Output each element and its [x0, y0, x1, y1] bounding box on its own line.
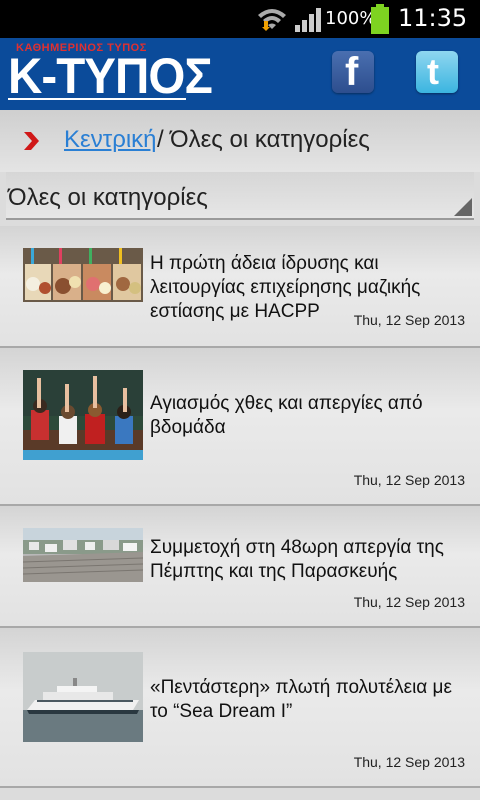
article-title[interactable]: Συμμετοχή στη 48ωρη απεργία της Πέμπτης … [150, 536, 470, 584]
article-date: Thu, 12 Sep 2013 [353, 312, 465, 328]
battery-percent: 100% [325, 8, 377, 29]
breadcrumb-current: Όλες οι κατηγορίες [170, 126, 370, 153]
article-title[interactable]: Αγιασμός χθες και απεργίες από βδομάδα [150, 392, 470, 440]
twitter-button[interactable]: t [416, 51, 458, 93]
article-item[interactable]: Αγιασμός χθες και απεργίες από βδομάδα T… [0, 348, 480, 506]
category-dropdown-value: Όλες οι κατηγορίες [8, 184, 208, 211]
article-item[interactable]: Η πρώτη άδεια ίδρυσης και λειτουργίας επ… [0, 226, 480, 348]
facebook-icon: f [345, 50, 359, 94]
clock: 11:35 [398, 4, 468, 32]
facebook-button[interactable]: f [332, 51, 374, 93]
status-bar: 100% 11:35 [0, 0, 480, 38]
dropdown-corner-icon [454, 198, 472, 216]
logo-underline [8, 98, 186, 100]
article-thumbnail [23, 528, 143, 582]
logo-wordmark: Κ-ΤΥΠΟΣ [8, 48, 213, 104]
breadcrumb: Κεντρική / Όλες οι κατηγορίες [0, 110, 480, 172]
chevron-right-icon [24, 132, 39, 150]
article-item[interactable]: Συμμετοχή στη 48ωρη απεργία της Πέμπτης … [0, 506, 480, 628]
breadcrumb-separator: / [157, 126, 164, 153]
article-title[interactable]: «Πεντάστερη» πλωτή πολυτέλεια με το “Sea… [150, 676, 470, 724]
article-date: Thu, 12 Sep 2013 [353, 754, 465, 770]
category-dropdown[interactable]: Όλες οι κατηγορίες [6, 172, 474, 220]
article-thumbnail [23, 652, 143, 742]
battery-icon [371, 4, 389, 34]
article-item[interactable]: «Πεντάστερη» πλωτή πολυτέλεια με το “Sea… [0, 628, 480, 788]
wifi-icon [258, 9, 286, 31]
article-thumbnail [23, 248, 143, 302]
article-thumbnail [23, 370, 143, 460]
article-date: Thu, 12 Sep 2013 [353, 472, 465, 488]
logo[interactable]: ΚΑΘΗΜΕΡΙΝΟΣ ΤΥΠΟΣ Κ-ΤΥΠΟΣ [8, 42, 213, 102]
signal-icon [295, 8, 321, 32]
twitter-icon: t [427, 51, 439, 92]
breadcrumb-home-link[interactable]: Κεντρική [64, 126, 157, 154]
article-date: Thu, 12 Sep 2013 [353, 594, 465, 610]
